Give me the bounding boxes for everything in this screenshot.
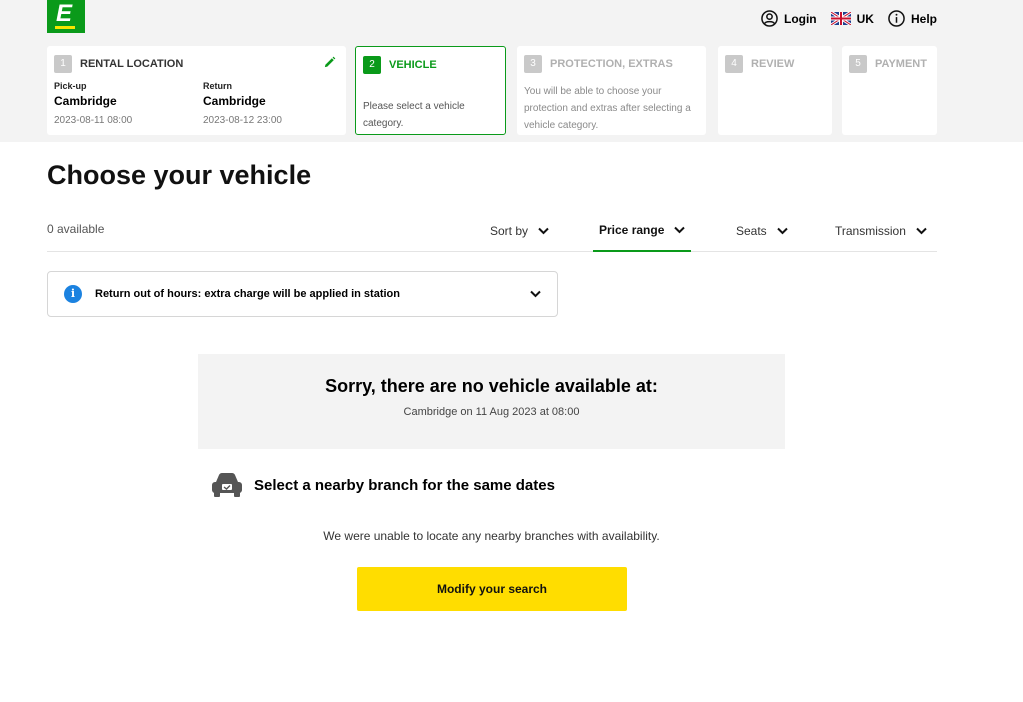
nearby-heading: Select a nearby branch for the same date… xyxy=(254,476,555,494)
uk-flag-icon xyxy=(830,12,851,25)
modify-search-button[interactable]: Modify your search xyxy=(357,567,627,611)
step-description: Please select a vehicle category. xyxy=(363,101,465,130)
transmission-dropdown[interactable]: Transmission xyxy=(835,210,927,252)
country-selector[interactable]: UK xyxy=(830,11,874,26)
step-number: 5 xyxy=(849,55,867,73)
utility-nav: Login UK Help xyxy=(761,10,937,27)
step-title: PAYMENT xyxy=(875,58,927,70)
chevron-down-icon xyxy=(674,226,686,234)
pickup-label: Pick-up xyxy=(54,81,87,91)
brand-logo[interactable]: E xyxy=(47,0,85,33)
nearby-none-message: We were unable to locate any nearby bran… xyxy=(323,529,660,543)
step-title: VEHICLE xyxy=(389,59,437,71)
chevron-down-icon xyxy=(776,227,788,235)
available-count: 0 available xyxy=(47,222,105,236)
filter-label: Transmission xyxy=(835,224,906,238)
pickup-city: Cambridge xyxy=(54,94,117,108)
nearby-branch-section: Select a nearby branch for the same date… xyxy=(210,472,555,498)
return-city: Cambridge xyxy=(203,94,266,108)
step-review: 4 REVIEW xyxy=(718,46,832,135)
login-label: Login xyxy=(783,11,817,26)
info-icon xyxy=(888,10,905,27)
pickup-datetime: 2023-08-11 08:00 xyxy=(54,115,133,126)
car-icon xyxy=(212,473,242,497)
chevron-down-icon xyxy=(916,227,927,235)
no-vehicles-heading: Sorry, there are no vehicle available at… xyxy=(325,376,658,396)
pencil-icon[interactable] xyxy=(323,56,336,69)
out-of-hours-notice[interactable]: i Return out of hours: extra charge will… xyxy=(47,271,558,317)
pickup-info: Pick-up Cambridge 2023-08-11 08:00 xyxy=(54,81,132,126)
return-label: Return xyxy=(203,81,232,91)
logo-letter: E xyxy=(56,0,73,27)
chevron-down-icon xyxy=(530,290,541,298)
price-range-dropdown[interactable]: Price range xyxy=(593,210,692,252)
step-protection-extras: 3 PROTECTION, EXTRAS You will be able to … xyxy=(517,46,706,135)
info-icon: i xyxy=(64,285,82,303)
filter-bar: 0 available Sort by Price range Seats Tr… xyxy=(47,210,937,252)
step-description: You will be able to choose your protecti… xyxy=(524,86,691,132)
step-title: REVIEW xyxy=(751,58,795,70)
step-number: 3 xyxy=(524,55,542,73)
user-icon xyxy=(761,10,778,27)
chevron-down-icon xyxy=(538,227,549,235)
step-title: RENTAL LOCATION xyxy=(80,58,184,70)
help-link[interactable]: Help xyxy=(888,10,937,27)
logo-underline xyxy=(55,26,75,29)
step-number: 4 xyxy=(725,55,743,73)
page-header: E Login UK Help 1 RENTAL LOCATION Pick-u… xyxy=(0,0,1023,142)
step-rental-location[interactable]: 1 RENTAL LOCATION Pick-up Cambridge 2023-… xyxy=(47,46,346,135)
country-label: UK xyxy=(856,11,874,26)
step-payment: 5 PAYMENT xyxy=(842,46,937,135)
notice-text: Return out of hours: extra charge will b… xyxy=(95,288,400,300)
return-datetime: 2023-08-12 23:00 xyxy=(203,115,282,126)
step-title: PROTECTION, EXTRAS xyxy=(550,58,673,70)
return-info: Return Cambridge 2023-08-12 23:00 xyxy=(203,81,282,126)
no-vehicles-panel: Sorry, there are no vehicle available at… xyxy=(198,354,785,449)
seats-dropdown[interactable]: Seats xyxy=(736,210,788,252)
help-label: Help xyxy=(910,11,937,26)
no-vehicles-details: Cambridge on 11 Aug 2023 at 08:00 xyxy=(403,406,580,418)
step-vehicle[interactable]: 2 VEHICLE Please select a vehicle categor… xyxy=(355,46,506,135)
page-title: Choose your vehicle xyxy=(47,160,312,190)
filter-label: Sort by xyxy=(490,224,529,238)
step-number: 2 xyxy=(363,56,381,74)
login-link[interactable]: Login xyxy=(761,10,817,27)
step-number: 1 xyxy=(54,55,72,73)
sort-by-dropdown[interactable]: Sort by xyxy=(490,210,549,252)
filter-label: Price range xyxy=(599,223,665,237)
filter-label: Seats xyxy=(736,224,767,238)
